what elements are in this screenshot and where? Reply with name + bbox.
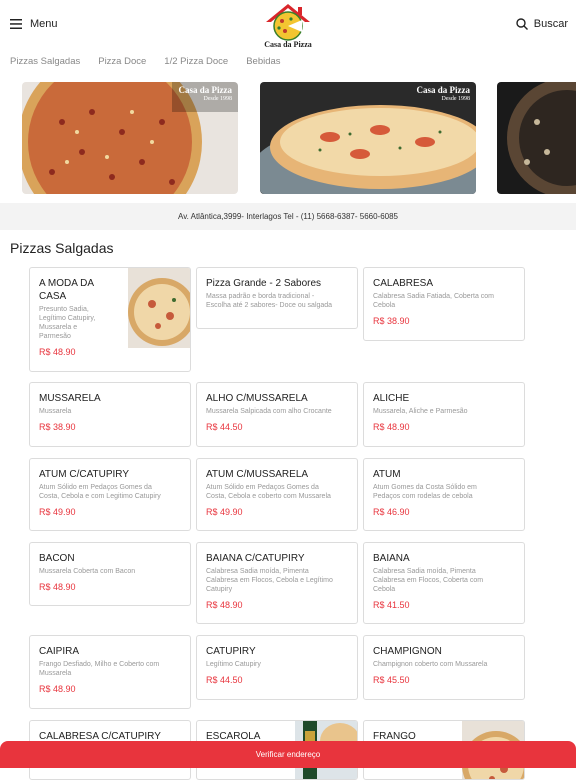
pizza-photo — [128, 268, 190, 348]
product-description: Mussarela, Aliche e Parmesão — [373, 408, 468, 415]
search-button[interactable]: Buscar — [516, 18, 568, 30]
logo-text: Casa da Pizza — [264, 40, 312, 49]
product-card[interactable]: ATUM C/CATUPIRY Atum Sólido em Pedaços Go… — [29, 458, 191, 531]
product-price: R$ 45.50 — [373, 675, 410, 685]
product-price: R$ 49.90 — [206, 507, 243, 517]
product-description: Massa padrão e borda tradicional - Escolh… — [206, 293, 333, 309]
section-title: Pizzas Salgadas — [10, 240, 114, 256]
house-pizza-logo-icon — [266, 4, 310, 41]
product-card[interactable]: Pizza Grande - 2 Sabores Massa padrão e b… — [196, 267, 358, 329]
product-description: Atum Sólido em Pedaços Gomes da Costa, Ce… — [206, 484, 331, 500]
product-name: Pizza Grande - 2 Sabores — [206, 278, 322, 289]
product-card[interactable]: ATUM C/MUSSARELA Atum Sólido em Pedaços G… — [196, 458, 358, 531]
product-description: Mussarela Coberta com Bacon — [39, 568, 136, 575]
product-name: MUSSARELA — [39, 393, 101, 404]
product-card[interactable]: BACON Mussarela Coberta com Bacon R$ 48.90 — [29, 542, 191, 606]
banner-subtitle: Desde 1998 — [203, 96, 233, 102]
product-card[interactable]: A MODA DA CASA Presunto Sadia, Legítimo Cat… — [29, 267, 191, 372]
product-name: CALABRESA — [373, 278, 434, 289]
pizza-photo — [497, 82, 576, 194]
product-card[interactable]: CATUPIRY Legítimo Catupiry R$ 44.50 — [196, 635, 358, 700]
banner-title: Casa da Pizza Desde 1998 — [416, 85, 471, 103]
product-price: R$ 44.50 — [206, 422, 243, 432]
product-description: Calabresa Sadia moída, Pimenta Calabresa … — [373, 568, 484, 593]
product-name: CHAMPIGNON — [373, 646, 442, 657]
tab-bebidas[interactable]: Bebidas — [246, 56, 280, 74]
banner-1[interactable]: Casa da Pizza Desde 1998 — [22, 82, 238, 194]
logo[interactable]: Casa da Pizza — [262, 2, 314, 52]
product-card[interactable]: MUSSARELA Mussarela R$ 38.90 — [29, 382, 191, 447]
product-name: BAIANA C/CATUPIRY — [206, 553, 305, 564]
product-description: Frango Desfiado, Milho e Coberto com Muss… — [39, 661, 160, 677]
product-price: R$ 46.90 — [373, 507, 410, 517]
category-tabs: Pizzas Salgadas Pizza Doce 1/2 Pizza Doc… — [0, 56, 576, 74]
banner-2[interactable]: Casa da Pizza Desde 1998 — [260, 82, 476, 194]
address-text: Av. Atlântica,3999- Interlagos Tel - (11… — [178, 212, 398, 221]
product-name: ATUM — [373, 469, 401, 480]
hamburger-icon — [10, 19, 22, 29]
product-card[interactable]: ALHO C/MUSSARELA Mussarela Salpicada com … — [196, 382, 358, 447]
product-card[interactable]: CAIPIRA Frango Desfiado, Milho e Coberto … — [29, 635, 191, 709]
product-price: R$ 44.50 — [206, 675, 243, 685]
product-price: R$ 49.90 — [39, 507, 76, 517]
verify-address-button[interactable]: Verificar endereço — [0, 741, 576, 768]
product-description: Presunto Sadia, Legítimo Catupiry, Mussare… — [39, 306, 96, 340]
product-name: BACON — [39, 553, 75, 564]
product-description: Legítimo Catupiry — [206, 661, 261, 668]
verify-address-label: Verificar endereço — [255, 750, 321, 759]
product-price: R$ 38.90 — [39, 422, 76, 432]
product-price: R$ 38.90 — [373, 316, 410, 326]
product-description: Mussarela Salpicada com alho Crocante — [206, 408, 332, 415]
product-price: R$ 48.90 — [206, 600, 243, 610]
product-name: ATUM C/MUSSARELA — [206, 469, 309, 480]
tab-meia-pizza-doce[interactable]: 1/2 Pizza Doce — [164, 56, 228, 74]
product-description: Mussarela — [39, 408, 72, 415]
product-description: Champignon coberto com Mussarela — [373, 661, 488, 668]
product-price: R$ 41.50 — [373, 600, 410, 610]
menu-button[interactable]: Menu — [10, 18, 58, 30]
product-price: R$ 48.90 — [373, 422, 410, 432]
product-description: Calabresa Sadia Fatiada, Coberta com Cebo… — [373, 293, 495, 309]
product-name: BAIANA — [373, 553, 410, 564]
product-name: CATUPIRY — [206, 646, 256, 657]
product-card[interactable]: ATUM Atum Gomes da Costa Sólido em Pedaços… — [363, 458, 525, 531]
product-card[interactable]: BAIANA Calabresa Sadia moída, Pimenta Cala… — [363, 542, 525, 624]
product-name: ALICHE — [373, 393, 410, 404]
product-name: CAIPIRA — [39, 646, 80, 657]
product-description: Atum Gomes da Costa Sólido em Pedaços com… — [373, 484, 477, 500]
tab-pizza-doce[interactable]: Pizza Doce — [98, 56, 146, 74]
header: Menu Casa da Pizza Buscar — [0, 0, 576, 52]
search-icon — [516, 18, 528, 30]
banner-3[interactable] — [497, 82, 576, 194]
product-price: R$ 48.90 — [39, 684, 76, 694]
product-description: Calabresa Sadia moída, Pimenta Calabresa … — [206, 568, 333, 593]
product-card[interactable]: BAIANA C/CATUPIRY Calabresa Sadia moída, … — [196, 542, 358, 624]
tab-pizzas-salgadas[interactable]: Pizzas Salgadas — [10, 56, 80, 74]
address-bar: Av. Atlântica,3999- Interlagos Tel - (11… — [0, 203, 576, 230]
product-card[interactable]: ALICHE Mussarela, Aliche e Parmesão R$ 48.… — [363, 382, 525, 447]
banner-title: Casa da Pizza Desde 1998 — [178, 85, 233, 103]
product-card[interactable]: CHAMPIGNON Champignon coberto com Mussare… — [363, 635, 525, 700]
search-label: Buscar — [533, 18, 568, 30]
banner-carousel[interactable]: Casa da Pizza Desde 1998 Casa da Pizza D… — [0, 82, 576, 196]
product-name: ATUM C/CATUPIRY — [39, 469, 130, 480]
product-card[interactable]: CALABRESA Calabresa Sadia Fatiada, Cobert… — [363, 267, 525, 341]
product-name: A MODA DA CASA — [39, 278, 95, 302]
banner-subtitle: Desde 1998 — [441, 96, 471, 102]
product-description: Atum Sólido em Pedaços Gomes da Costa, Ce… — [39, 484, 161, 500]
product-price: R$ 48.90 — [39, 347, 76, 357]
menu-label: Menu — [30, 18, 58, 30]
product-name: ALHO C/MUSSARELA — [206, 393, 308, 404]
product-price: R$ 48.90 — [39, 582, 76, 592]
